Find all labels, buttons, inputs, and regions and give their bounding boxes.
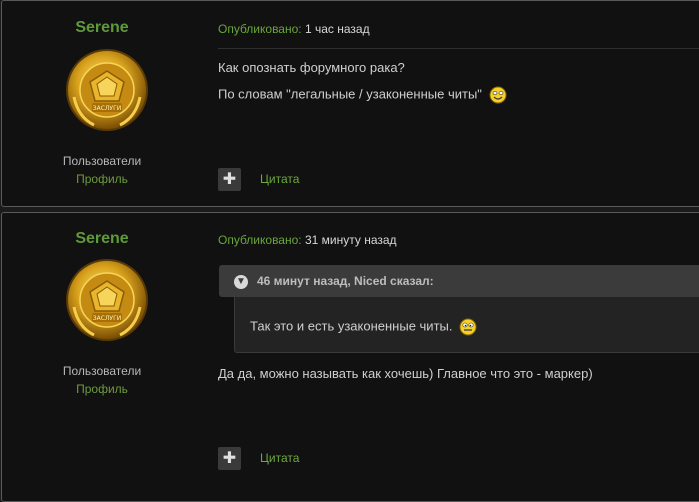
plus-icon[interactable]: ✚ [218, 168, 241, 191]
gold-medal-icon: ЗАСЛУГИ [64, 47, 150, 133]
quote-header[interactable]: ▼ 46 минут назад, Niced сказал: [219, 265, 699, 297]
quote-link[interactable]: Цитата [260, 172, 299, 186]
quote-text: Так это и есть узаконенные читы. [250, 318, 453, 334]
post-meta: Опубликовано: 31 минуту назад [218, 233, 397, 247]
published-label: Опубликовано: [218, 22, 302, 36]
post-time[interactable]: 31 минуту назад [305, 233, 397, 247]
svg-text:ЗАСЛУГИ: ЗАСЛУГИ [93, 315, 121, 322]
post-line: Как опознать форумного рака? [218, 60, 405, 75]
chevron-down-icon[interactable]: ▼ [234, 275, 248, 289]
forum-post: Serene ЗАСЛУГИ Пользователи Профиль Опуб… [1, 212, 699, 502]
quote-link[interactable]: Цитата [260, 451, 299, 465]
quote-header-text: 46 минут назад, Niced сказал: [257, 274, 434, 288]
author-username[interactable]: Serene [2, 230, 202, 248]
post-line: Да да, можно называть как хочешь) Главно… [218, 366, 593, 381]
author-group: Пользователи [62, 364, 142, 378]
smiley-icon [459, 318, 477, 336]
published-label: Опубликовано: [218, 233, 302, 247]
quote-body: Так это и есть узаконенные читы. [250, 318, 477, 336]
profile-link[interactable]: Профиль [2, 172, 202, 186]
author-username[interactable]: Serene [2, 19, 202, 37]
forum-post: Serene ЗАСЛУГИ Пользователи Профиль Опуб… [1, 0, 699, 207]
post-body: Да да, можно называть как хочешь) Главно… [218, 366, 593, 392]
gold-medal-icon: ЗАСЛУГИ [64, 257, 150, 343]
post-time[interactable]: 1 час назад [305, 22, 370, 36]
smiley-icon [489, 86, 507, 104]
quote-block: ▼ 46 минут назад, Niced сказал: Так это … [219, 265, 699, 353]
post-meta: Опубликовано: 1 час назад [218, 22, 370, 36]
author-group: Пользователи [62, 154, 142, 168]
plus-icon[interactable]: ✚ [218, 447, 241, 470]
divider [218, 48, 699, 49]
post-body: Как опознать форумного рака? По словам "… [218, 60, 507, 112]
post-line-with-smiley: По словам "легальные / узаконенные читы" [218, 86, 507, 112]
profile-link[interactable]: Профиль [2, 382, 202, 396]
svg-text:ЗАСЛУГИ: ЗАСЛУГИ [93, 105, 121, 112]
post-line: По словам "легальные / узаконенные читы" [218, 86, 482, 102]
